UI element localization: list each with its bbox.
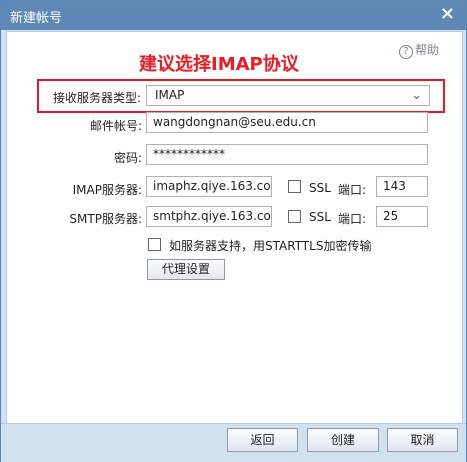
starttls-label: 如服务器支持，用STARTTLS加密传输 bbox=[169, 239, 372, 253]
smtp-port-field[interactable]: 25 bbox=[376, 206, 428, 227]
imap-port-field[interactable]: 143 bbox=[376, 176, 428, 197]
imap-ssl-label: SSL bbox=[309, 181, 331, 195]
help-icon: ? bbox=[399, 45, 413, 59]
smtp-server-field[interactable]: smtphz.qiye.163.com bbox=[146, 206, 272, 227]
starttls-checkbox[interactable] bbox=[148, 238, 161, 251]
smtp-ssl-label: SSL bbox=[309, 210, 331, 224]
back-button[interactable]: 返回 bbox=[227, 428, 298, 452]
help-link[interactable]: ? 帮助 bbox=[399, 41, 439, 59]
chevron-down-icon[interactable]: ⌄ bbox=[411, 88, 422, 103]
smtp-server-label: SMTP服务器: bbox=[69, 212, 142, 226]
cancel-button[interactable]: 取消 bbox=[387, 428, 458, 452]
annotation-text: 建议选择IMAP协议 bbox=[139, 54, 299, 75]
password-label: 密码: bbox=[113, 151, 142, 165]
dialog-title: 新建帐号 bbox=[10, 11, 63, 26]
title-bar: 新建帐号 × bbox=[1, 1, 466, 30]
server-type-label: 接收服务器类型: bbox=[52, 91, 141, 105]
create-button[interactable]: 创建 bbox=[307, 428, 379, 452]
password-field[interactable]: ************ bbox=[146, 144, 428, 165]
smtp-port-label: 端口: bbox=[338, 212, 367, 226]
server-type-select[interactable]: IMAP ⌄ bbox=[146, 85, 430, 106]
imap-port-label: 端口: bbox=[338, 183, 367, 197]
close-icon[interactable]: × bbox=[440, 4, 455, 24]
server-type-value: IMAP bbox=[155, 88, 185, 102]
email-field[interactable]: wangdongnan@seu.edu.cn bbox=[146, 112, 428, 133]
imap-server-label: IMAP服务器: bbox=[72, 183, 142, 197]
help-label: 帮助 bbox=[415, 43, 440, 57]
smtp-ssl-checkbox[interactable] bbox=[288, 210, 301, 223]
email-label: 邮件帐号: bbox=[89, 119, 142, 133]
imap-server-field[interactable]: imaphz.qiye.163.com bbox=[146, 176, 272, 197]
imap-ssl-checkbox[interactable] bbox=[288, 180, 301, 193]
new-account-dialog: 新建帐号 × 建议选择IMAP协议 ? 帮助 接收服务器类型: IMAP ⌄ 邮件… bbox=[0, 0, 467, 462]
proxy-settings-button[interactable]: 代理设置 bbox=[147, 259, 225, 280]
